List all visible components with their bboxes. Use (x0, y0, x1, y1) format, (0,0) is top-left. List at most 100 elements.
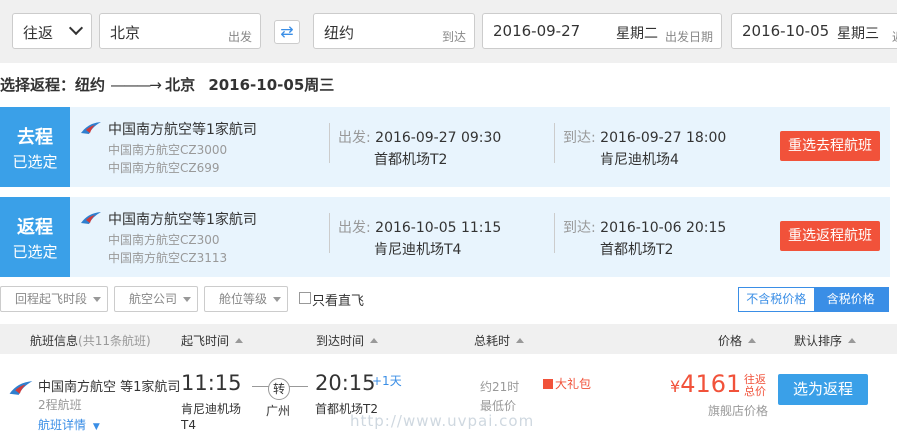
sort-default[interactable]: 默认排序 (794, 332, 857, 349)
outbound-airline: 中国南方航空等1家航司 (108, 122, 257, 138)
route-title-prefix: 选择返程：纽约 (0, 76, 106, 94)
divider (329, 213, 330, 253)
sort-price[interactable]: 价格 (718, 332, 757, 349)
direct-only-label[interactable]: 只看直飞 (312, 290, 364, 309)
trip-type-value: 往返 (23, 24, 54, 42)
arrival-label: 到达: (563, 220, 596, 236)
to-city-input[interactable]: 纽约 到达 (313, 13, 475, 49)
result-dep-airport: 肯尼迪机场 (181, 402, 242, 416)
return-badge-title: 返程 (17, 217, 53, 238)
header-flight-info: 航班信息(共11条航班) (30, 332, 151, 349)
tax-inclusive-option[interactable]: 含税价格 (813, 288, 888, 311)
direct-only-checkbox[interactable] (299, 292, 311, 304)
from-city-input[interactable]: 北京 出发 (99, 13, 261, 49)
sort-up-icon (516, 338, 525, 343)
return-arrival-airport: 首都机场T2 (600, 242, 674, 258)
gift-icon (543, 379, 553, 389)
sort-dep-time-label: 起飞时间 (181, 334, 230, 348)
return-arrival: 到达: 2016-10-06 20:15 (563, 217, 726, 237)
airline-filter-label: 航空公司 (129, 292, 178, 306)
return-weekday: 星期三 (837, 26, 879, 42)
outbound-flight-1: 中国南方航空CZ3000 (108, 143, 228, 157)
sort-up-icon (748, 338, 757, 343)
depart-date-label: 出发日期 (664, 30, 713, 44)
sort-arr-time-label: 到达时间 (316, 334, 365, 348)
caret-down-icon (93, 297, 101, 302)
result-dep-time: 11:15 (181, 371, 242, 395)
to-city-label: 到达 (441, 30, 466, 44)
depart-date-input[interactable]: 2016-09-27 星期二 出发日期 (482, 13, 722, 49)
chevron-down-icon (68, 20, 84, 36)
outbound-arrival: 到达: 2016-09-27 18:00 (563, 127, 726, 147)
outbound-badge-title: 去程 (17, 127, 53, 148)
flight-details-label: 航班详情 (38, 418, 87, 432)
china-southern-logo-icon (81, 212, 101, 224)
result-dep-terminal: T4 (181, 418, 196, 432)
result-legs: 2程航班 (38, 398, 82, 412)
divider (554, 123, 555, 163)
outbound-badge: 去程 已选定 (0, 107, 70, 187)
return-departure-airport: 肯尼迪机场T4 (374, 242, 462, 258)
cabin-filter[interactable]: 舱位等级 (204, 286, 288, 312)
result-duration: 约21时 (480, 380, 520, 394)
sort-duration-label: 总耗时 (474, 334, 511, 348)
round-trip-total-note: 往返总价 (744, 373, 766, 398)
trip-type-select[interactable]: 往返 (12, 13, 92, 49)
outbound-departure: 出发: 2016-09-27 09:30 (338, 127, 501, 147)
return-flight-2: 中国南方航空CZ3113 (108, 251, 228, 265)
sort-up-icon (848, 338, 857, 343)
route-title-dest: 北京 (165, 76, 196, 94)
route-title: 选择返程：纽约 ———→ 北京 2016-10-05周三 (0, 74, 334, 95)
arrival-time: 2016-09-27 18:00 (600, 130, 727, 146)
from-city-value: 北京 (110, 24, 141, 42)
cabin-filter-label: 舱位等级 (219, 292, 268, 306)
china-southern-logo-icon (81, 122, 101, 134)
return-badge: 返程 已选定 (0, 197, 70, 277)
swap-cities-icon[interactable]: ⇄ (274, 20, 300, 44)
to-city-value: 纽约 (324, 24, 355, 42)
outbound-badge-status: 已选定 (12, 153, 58, 171)
arrival-time: 2016-10-06 20:15 (600, 220, 727, 236)
outbound-departure-airport: 首都机场T2 (374, 152, 448, 168)
result-airline: 中国南方航空 等1家航司 (38, 380, 181, 395)
sort-up-icon (235, 338, 244, 343)
airline-filter[interactable]: 航空公司 (114, 286, 198, 312)
selected-return-flight: 返程 已选定 中国南方航空等1家航司 中国南方航空CZ300 中国南方航空CZ3… (0, 197, 890, 277)
choose-return-button[interactable]: 选为返程 (778, 374, 868, 405)
return-airline: 中国南方航空等1家航司 (108, 212, 257, 228)
watermark: http://www.uvpai.com (350, 412, 535, 430)
reselect-outbound-button[interactable]: 重选去程航班 (780, 131, 880, 161)
price-value: 4161 (680, 370, 742, 398)
caret-down-icon (273, 297, 281, 302)
sort-price-label: 价格 (718, 334, 743, 348)
sort-duration[interactable]: 总耗时 (474, 332, 525, 349)
return-departure: 出发: 2016-10-05 11:15 (338, 217, 501, 237)
return-flight-1: 中国南方航空CZ300 (108, 233, 220, 247)
route-arrow: ———→ (110, 76, 162, 94)
tax-exclusive-option[interactable]: 不含税价格 (739, 288, 814, 311)
return-time-filter-label: 回程起飞时段 (15, 292, 88, 306)
sort-default-label: 默认排序 (794, 334, 843, 348)
depart-date-value: 2016-09-27 (493, 22, 581, 40)
return-time-filter[interactable]: 回程起飞时段 (0, 286, 108, 312)
sort-up-icon (370, 338, 379, 343)
divider (329, 123, 330, 163)
from-city-label: 出发 (227, 30, 252, 44)
sort-dep-time[interactable]: 起飞时间 (181, 332, 244, 349)
header-flight-info-label: 航班信息 (30, 334, 79, 348)
result-price: ¥4161 (670, 370, 741, 398)
return-date-input[interactable]: 2016-10-05 星期三 返 (731, 13, 897, 49)
gift-pack-label: 大礼包 (555, 377, 592, 391)
route-title-date: 2016-10-05周三 (208, 76, 335, 94)
departure-time: 2016-09-27 09:30 (375, 130, 502, 146)
results-header: 航班信息(共11条航班) 起飞时间 到达时间 总耗时 价格 默认排序 (0, 324, 897, 354)
departure-label: 出发: (338, 220, 371, 236)
selected-outbound-flight: 去程 已选定 中国南方航空等1家航司 中国南方航空CZ3000 中国南方航空CZ… (0, 107, 890, 187)
return-date-label: 返 (892, 28, 897, 45)
gift-pack-tag[interactable]: 大礼包 (543, 375, 591, 392)
reselect-return-button[interactable]: 重选返程航班 (780, 221, 880, 251)
arrival-label: 到达: (563, 130, 596, 146)
sort-arr-time[interactable]: 到达时间 (316, 332, 379, 349)
departure-label: 出发: (338, 130, 371, 146)
flight-details-link[interactable]: 航班详情 ▼ (38, 416, 100, 433)
